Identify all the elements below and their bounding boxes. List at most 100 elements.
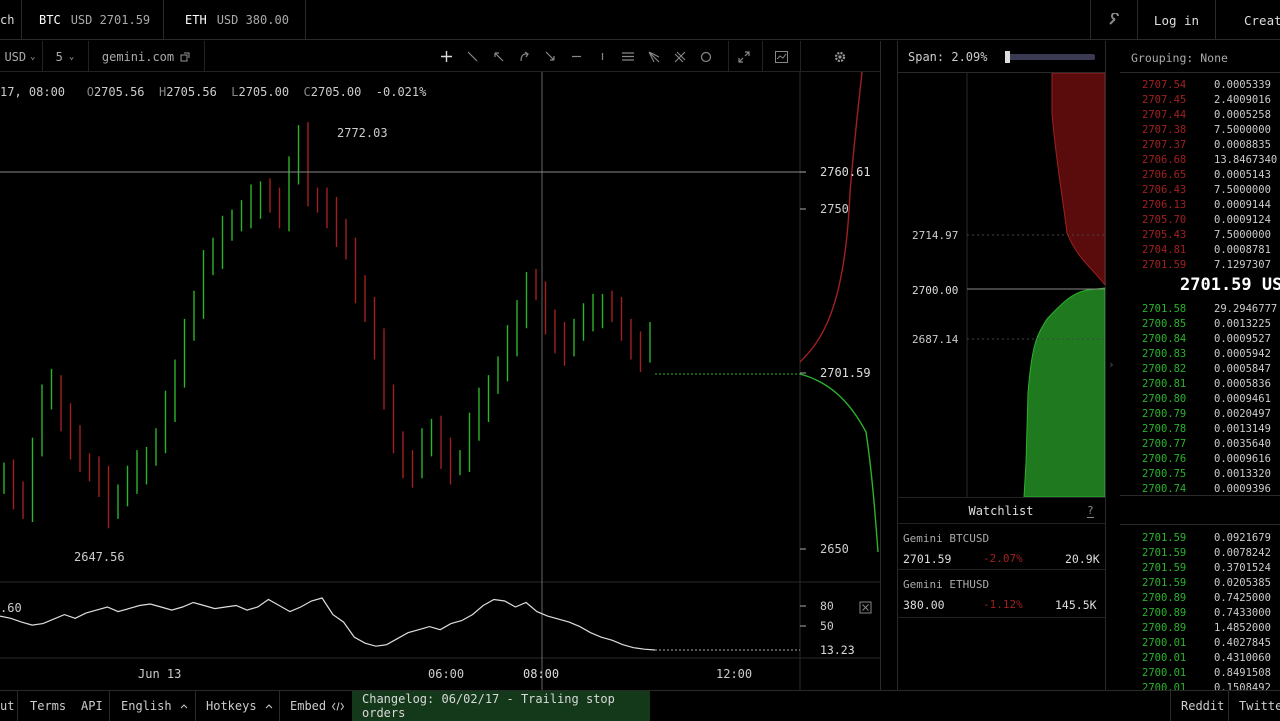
vline-tool[interactable] bbox=[592, 41, 612, 72]
ask-row[interactable]: 2707.44 0.0005258 bbox=[1120, 107, 1280, 122]
ask-row[interactable]: 2706.13 0.0009144 bbox=[1120, 197, 1280, 212]
span-slider[interactable] bbox=[1005, 51, 1095, 63]
pair-select[interactable]: USD ⌄ bbox=[0, 41, 40, 72]
price: 2701.59 bbox=[1142, 576, 1187, 589]
hotkeys-menu[interactable]: Hotkeys bbox=[206, 691, 273, 721]
trade-row[interactable]: 2700.89 0.7425000 bbox=[1120, 590, 1280, 605]
trade-row[interactable]: 2700.01 0.4027845 bbox=[1120, 635, 1280, 650]
ask-row[interactable]: 2707.54 0.0005339 bbox=[1120, 77, 1280, 92]
trade-row[interactable]: 2701.59 0.3701524 bbox=[1120, 560, 1280, 575]
bid-row[interactable]: 2701.58 29.2946777 bbox=[1120, 301, 1280, 316]
fib-tool[interactable] bbox=[618, 41, 638, 72]
size: 0.0009124 bbox=[1214, 213, 1271, 226]
trade-row[interactable]: 2700.89 1.4852000 bbox=[1120, 620, 1280, 635]
fullscreen-button[interactable] bbox=[734, 41, 754, 72]
bid-row[interactable]: 2700.84 0.0009527 bbox=[1120, 331, 1280, 346]
ticker-btc[interactable]: BTC USD 2701.59 bbox=[22, 0, 164, 40]
indicators-button[interactable] bbox=[770, 41, 792, 72]
ray-tool[interactable] bbox=[540, 41, 560, 72]
span-slider-handle[interactable] bbox=[1005, 51, 1010, 63]
bid-row[interactable]: 2700.75 0.0013320 bbox=[1120, 466, 1280, 481]
watchlist-name: Gemini BTCUSD bbox=[903, 532, 990, 545]
curve-tool[interactable] bbox=[514, 41, 534, 72]
login-button[interactable]: Log in bbox=[1138, 0, 1216, 40]
ask-row[interactable]: 2704.81 0.0008781 bbox=[1120, 242, 1280, 257]
trendline-tool[interactable] bbox=[462, 41, 482, 72]
trade-row[interactable]: 2701.59 0.0921679 bbox=[1120, 530, 1280, 545]
chevron-down-icon: ⌄ bbox=[68, 51, 75, 62]
size: 29.2946777 bbox=[1214, 302, 1278, 315]
watchlist-item-btcusd[interactable]: Gemini BTCUSD 2701.59 -2.07% 20.9K bbox=[897, 526, 1105, 570]
settings-menu[interactable] bbox=[1090, 0, 1138, 40]
ask-row[interactable]: 2707.45 2.4009016 bbox=[1120, 92, 1280, 107]
watchlist-item-ethusd[interactable]: Gemini ETHUSD 380.00 -1.12% 145.5K bbox=[897, 572, 1105, 618]
footer-link-reddit[interactable]: Reddit bbox=[1181, 691, 1224, 721]
size: 0.0005143 bbox=[1214, 168, 1271, 181]
interval-select[interactable]: 5 ⌄ bbox=[44, 41, 86, 72]
source-link[interactable]: gemini.com bbox=[90, 41, 202, 72]
language-select[interactable]: English bbox=[121, 691, 188, 721]
price: 2700.81 bbox=[1142, 377, 1187, 390]
bid-row[interactable]: 2700.78 0.0013149 bbox=[1120, 421, 1280, 436]
trade-row[interactable]: 2700.01 0.8491508 bbox=[1120, 665, 1280, 680]
watchlist-price: 2701.59 bbox=[903, 552, 952, 566]
ask-row[interactable]: 2705.70 0.0009124 bbox=[1120, 212, 1280, 227]
price: 2707.44 bbox=[1142, 108, 1187, 121]
chart-settings-button[interactable] bbox=[828, 41, 852, 72]
create-account-button[interactable]: Create bbox=[1216, 0, 1280, 40]
size: 7.5000000 bbox=[1214, 228, 1271, 241]
pitchfork-tool[interactable] bbox=[670, 41, 690, 72]
ask-row[interactable]: 2706.68 13.8467340 bbox=[1120, 152, 1280, 167]
watchlist-volume: 20.9K bbox=[1065, 552, 1100, 566]
search-fragment[interactable]: ch bbox=[0, 0, 22, 40]
bid-row[interactable]: 2700.79 0.0020497 bbox=[1120, 406, 1280, 421]
footer-link-api[interactable]: API bbox=[81, 691, 103, 721]
indicator-value: .60 bbox=[0, 601, 22, 615]
ask-row[interactable]: 2706.65 0.0005143 bbox=[1120, 167, 1280, 182]
indicator-tick: 50 bbox=[820, 619, 834, 633]
circle-tool[interactable] bbox=[696, 41, 716, 72]
candles-layer bbox=[3, 122, 651, 529]
embed-button[interactable]: Embed bbox=[290, 691, 345, 721]
x-tick: 06:00 bbox=[428, 667, 464, 681]
bid-row[interactable]: 2700.81 0.0005836 bbox=[1120, 376, 1280, 391]
ask-row[interactable]: 2705.43 7.5000000 bbox=[1120, 227, 1280, 242]
trade-row[interactable]: 2701.59 0.0078242 bbox=[1120, 545, 1280, 560]
source-label: gemini.com bbox=[101, 49, 175, 64]
price: 2701.59 bbox=[1142, 561, 1187, 574]
bid-row[interactable]: 2700.77 0.0035640 bbox=[1120, 436, 1280, 451]
bid-row[interactable]: 2700.83 0.0005942 bbox=[1120, 346, 1280, 361]
price: 2700.89 bbox=[1142, 621, 1187, 634]
fan-tool[interactable] bbox=[644, 41, 664, 72]
ask-row[interactable]: 2706.43 7.5000000 bbox=[1120, 182, 1280, 197]
bid-row[interactable]: 2700.74 0.0009396 bbox=[1120, 481, 1280, 496]
hline-tool[interactable] bbox=[566, 41, 586, 72]
price-chart[interactable]: 2750 2650 2760.61 2701.59 2772.03 2647.5… bbox=[0, 72, 880, 690]
watchlist-volume: 145.5K bbox=[1055, 598, 1097, 612]
trade-row[interactable]: 2700.01 0.4310060 bbox=[1120, 650, 1280, 665]
ask-row[interactable]: 2701.59 7.1297307 bbox=[1120, 257, 1280, 272]
size: 0.0009144 bbox=[1214, 198, 1271, 211]
trade-row[interactable]: 2700.89 0.7433000 bbox=[1120, 605, 1280, 620]
bid-row[interactable]: 2700.80 0.0009461 bbox=[1120, 391, 1280, 406]
grouping-select[interactable]: Grouping: None bbox=[1131, 51, 1228, 65]
price: 2701.59 bbox=[1142, 258, 1187, 271]
bid-row[interactable]: 2700.85 0.0013225 bbox=[1120, 316, 1280, 331]
chevron-right-icon[interactable]: › bbox=[1108, 358, 1115, 371]
changelog-link[interactable]: Changelog: 06/02/17 - Trailing stop orde… bbox=[352, 691, 650, 721]
ask-row[interactable]: 2707.37 0.0008835 bbox=[1120, 137, 1280, 152]
size: 0.7425000 bbox=[1214, 591, 1271, 604]
bid-row[interactable]: 2700.82 0.0005847 bbox=[1120, 361, 1280, 376]
bid-row[interactable]: 2700.76 0.0009616 bbox=[1120, 451, 1280, 466]
ticker-price: USD 2701.59 bbox=[70, 13, 151, 27]
size: 0.0035640 bbox=[1214, 437, 1271, 450]
ticker-eth[interactable]: ETH USD 380.00 bbox=[164, 0, 306, 40]
arrow-tool[interactable] bbox=[488, 41, 508, 72]
ask-row[interactable]: 2707.38 7.5000000 bbox=[1120, 122, 1280, 137]
crosshair-tool[interactable] bbox=[436, 41, 456, 72]
help-icon[interactable]: ? bbox=[1087, 504, 1094, 518]
trade-row[interactable]: 2701.59 0.0205385 bbox=[1120, 575, 1280, 590]
footer-link-terms[interactable]: Terms bbox=[30, 691, 66, 721]
footer-link-about[interactable]: ut bbox=[0, 691, 14, 721]
footer-link-twitter[interactable]: Twitter bbox=[1239, 691, 1280, 721]
